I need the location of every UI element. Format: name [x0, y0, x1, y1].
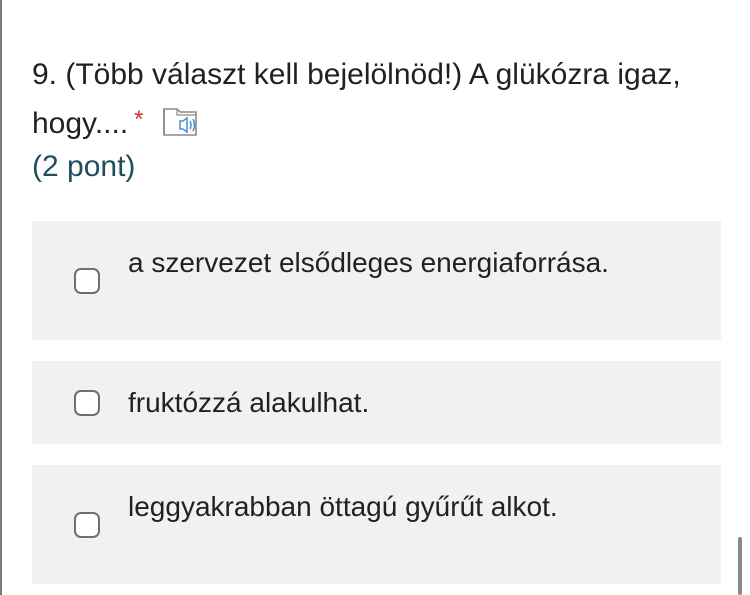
option-2[interactable]: fruktózzá alakulhat. [32, 361, 721, 444]
option-1-label[interactable]: a szervezet elsődleges energiaforrása. [128, 243, 688, 282]
checkbox-option-2[interactable] [74, 390, 100, 416]
window-left-border [0, 0, 2, 595]
option-3-label[interactable]: leggyakrabban öttagú gyűrűt alkot. [128, 487, 688, 526]
points-label: (2 pont) [32, 150, 136, 183]
option-2-label[interactable]: fruktózzá alakulhat. [128, 383, 688, 422]
option-3[interactable]: leggyakrabban öttagú gyűrűt alkot. [32, 465, 721, 584]
question-title: 9. (Több választ kell bejelölnöd!) A glü… [32, 58, 681, 140]
question-block: 9. (Több választ kell bejelölnöd!) A glü… [32, 52, 732, 146]
read-aloud-icon[interactable] [160, 105, 202, 139]
option-1[interactable]: a szervezet elsődleges energiaforrása. [32, 221, 721, 340]
checkbox-option-3[interactable] [74, 512, 100, 538]
required-marker: * [134, 106, 144, 133]
scrollbar[interactable] [738, 537, 742, 595]
checkbox-option-1[interactable] [74, 268, 100, 294]
